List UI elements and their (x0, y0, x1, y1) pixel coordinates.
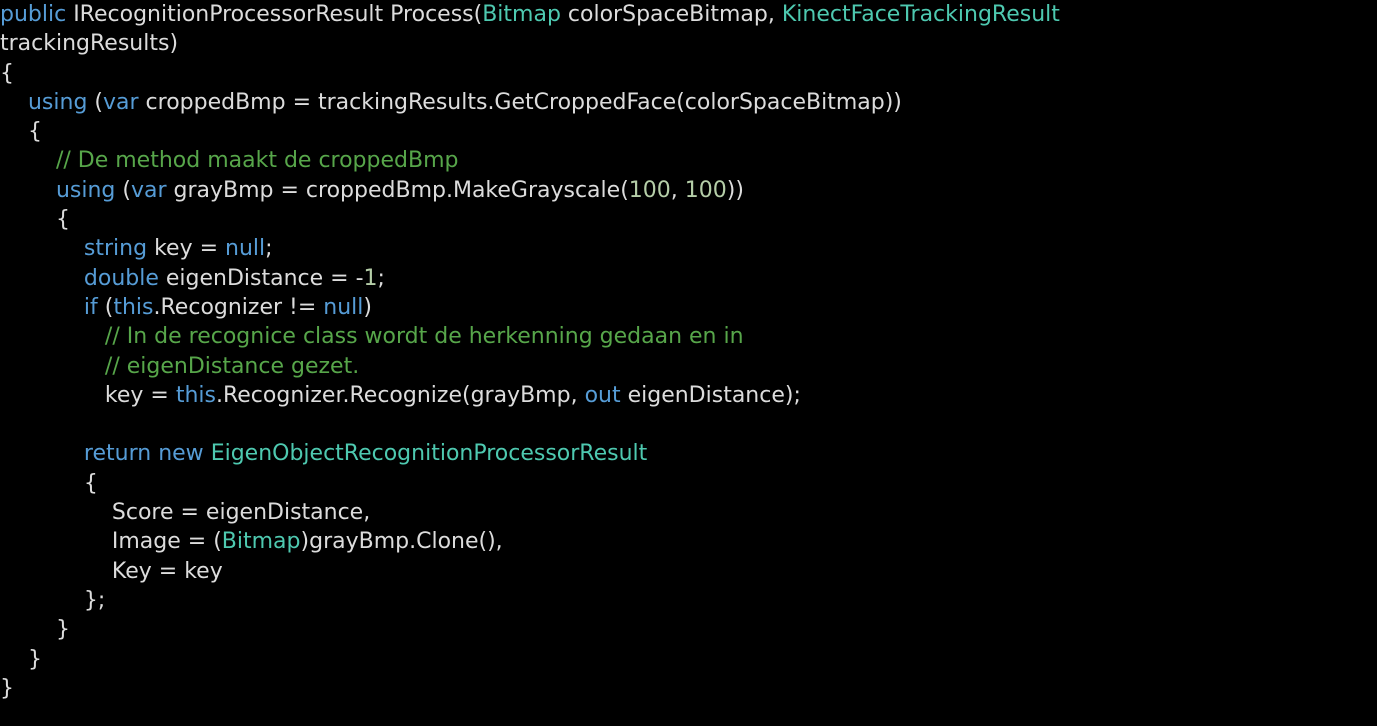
code-text: grayBmp = croppedBmp.MakeGrayscale( (166, 177, 629, 203)
code-line: } (0, 645, 1377, 674)
code-line: } (0, 615, 1377, 644)
code-text: { (0, 207, 70, 233)
code-text: { (0, 119, 42, 145)
code-line: using (var croppedBmp = trackingResults.… (0, 88, 1377, 117)
code-text: croppedBmp = trackingResults.GetCroppedF… (138, 89, 902, 115)
code-text: ; (377, 265, 385, 291)
code-text: Score = eigenDistance, (0, 500, 371, 526)
keyword-token: double (83, 265, 159, 291)
code-line: Score = eigenDistance, (0, 498, 1377, 527)
type-token: EigenObjectRecognitionProcessorResult (210, 441, 648, 467)
code-text: Image = ( (0, 529, 222, 555)
number-token: 100 (628, 177, 671, 203)
comment-token: // eigenDistance gezet. (104, 353, 360, 379)
code-text: { (0, 470, 98, 496)
code-line: }; (0, 586, 1377, 615)
comment-token: // In de recognice class wordt de herken… (104, 324, 744, 350)
keyword-token: null (323, 294, 364, 320)
code-text: Key = key (0, 558, 223, 584)
comment-token: // De method maakt de croppedBmp (55, 148, 459, 174)
code-text: IRecognitionProcessorResult Process( (66, 2, 483, 27)
code-text: key = (147, 236, 226, 262)
code-line: { (0, 117, 1377, 146)
code-line: } (0, 674, 1377, 703)
code-text: }; (0, 587, 106, 613)
code-line: using (var grayBmp = croppedBmp.MakeGray… (0, 176, 1377, 205)
code-line: // De method maakt de croppedBmp (0, 146, 1377, 175)
code-line: Key = key (0, 557, 1377, 586)
keyword-token: using (27, 89, 88, 115)
code-text: )grayBmp.Clone(), (300, 529, 503, 555)
type-token: Bitmap (221, 529, 301, 555)
code-text: , (670, 177, 685, 203)
code-text: } (0, 617, 70, 643)
keyword-token: using (55, 177, 116, 203)
keyword-token: null (225, 236, 266, 262)
code-text: colorSpaceBitmap, (560, 2, 782, 27)
code-line: { (0, 59, 1377, 88)
code-line: public IRecognitionProcessorResult Proce… (0, 0, 1377, 29)
code-line: key = this.Recognizer.Recognize(grayBmp,… (0, 381, 1377, 410)
keyword-token: string (83, 236, 148, 262)
code-text: eigenDistance); (620, 382, 801, 408)
code-text: ) (363, 294, 373, 320)
code-text: key = (0, 382, 176, 408)
code-line: string key = null; (0, 234, 1377, 263)
code-text: )) (726, 177, 744, 203)
code-line: trackingResults) (0, 29, 1377, 58)
code-line: if (this.Recognizer != null) (0, 293, 1377, 322)
code-block: public IRecognitionProcessorResult Proce… (0, 0, 1377, 703)
keyword-token: new (158, 441, 204, 467)
type-token: KinectFaceTrackingResult (781, 2, 1060, 27)
code-text: ( (115, 177, 131, 203)
code-line: { (0, 469, 1377, 498)
code-text: .Recognizer != (153, 294, 324, 320)
keyword-token: this (175, 382, 216, 408)
code-text: ; (265, 236, 273, 262)
code-text: ( (87, 89, 103, 115)
code-text: } (0, 646, 42, 672)
code-text: eigenDistance = - (158, 265, 364, 291)
code-line: // eigenDistance gezet. (0, 352, 1377, 381)
code-text: .Recognizer.Recognize(grayBmp, (215, 382, 585, 408)
code-text: { (0, 60, 14, 86)
code-line: double eigenDistance = -1; (0, 264, 1377, 293)
keyword-token: out (584, 382, 621, 408)
code-line: return new EigenObjectRecognitionProcess… (0, 439, 1377, 468)
keyword-token: var (103, 89, 139, 115)
code-line: { (0, 205, 1377, 234)
code-editor[interactable]: public IRecognitionProcessorResult Proce… (0, 0, 1377, 726)
keyword-token: if (83, 294, 98, 320)
code-line: Image = (Bitmap)grayBmp.Clone(), (0, 527, 1377, 556)
code-text: trackingResults) (0, 31, 179, 57)
number-token: 1 (363, 265, 378, 291)
code-text: } (0, 675, 14, 701)
code-line: // In de recognice class wordt de herken… (0, 322, 1377, 351)
code-text: ( (97, 294, 114, 320)
keyword-token: var (130, 177, 167, 203)
keyword-token: public (0, 2, 67, 27)
type-token: Bitmap (482, 2, 561, 27)
keyword-token: return (83, 441, 152, 467)
keyword-token: this (113, 294, 154, 320)
number-token: 100 (684, 177, 727, 203)
